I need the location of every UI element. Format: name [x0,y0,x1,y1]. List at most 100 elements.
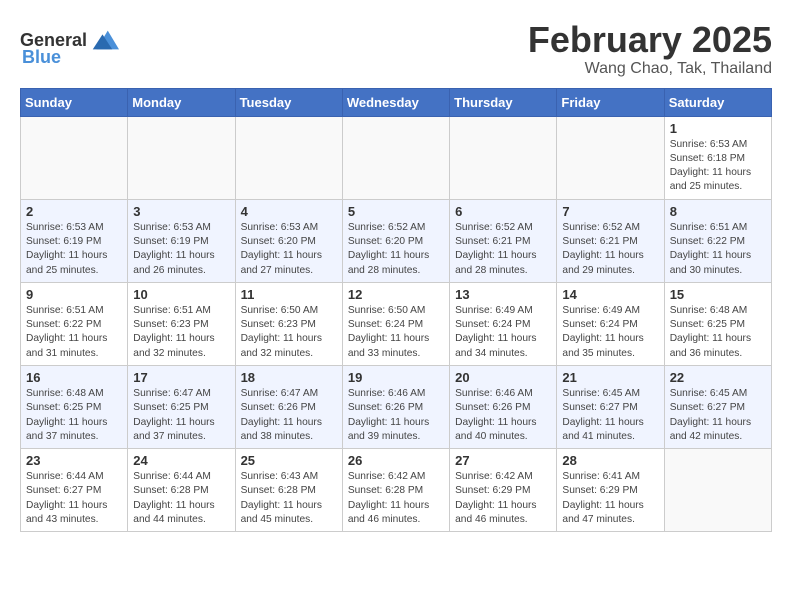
calendar-day-cell: 4Sunrise: 6:53 AM Sunset: 6:20 PM Daylig… [235,199,342,282]
calendar-day-cell: 13 Sunrise: 6:49 AM Sunset: 6:24 PM Dayli… [450,282,557,365]
day-number: 27 [455,453,551,468]
day-number: 4 [241,204,337,219]
day-info: Sunrise: 6:47 AM Sunset: 6:26 PM Dayligh… [241,388,322,442]
calendar-header-row: SundayMondayTuesdayWednesdayThursdayFrid… [21,88,772,116]
calendar-day-cell [235,116,342,199]
day-info: Sunrise: 6:44 AM Sunset: 6:28 PM Dayligh… [133,471,214,525]
calendar-day-cell: 16 Sunrise: 6:48 AM Sunset: 6:25 PM Dayli… [21,365,128,448]
calendar-week-row: 9 Sunrise: 6:51 AM Sunset: 6:22 PM Daylig… [21,282,772,365]
day-number: 9 [26,287,122,302]
calendar-day-cell: 23 Sunrise: 6:44 AM Sunset: 6:27 PM Dayli… [21,449,128,532]
header: General Blue February 2025 Wang Chao, Ta… [20,20,772,78]
day-info: Sunrise: 6:42 AM Sunset: 6:29 PM Dayligh… [455,471,536,525]
logo: General Blue [20,25,119,68]
day-info: Sunrise: 6:52 AM Sunset: 6:21 PM Dayligh… [455,222,536,276]
calendar-day-cell [128,116,235,199]
day-info: Sunrise: 6:50 AM Sunset: 6:23 PM Dayligh… [241,305,322,359]
day-info: Sunrise: 6:42 AM Sunset: 6:28 PM Dayligh… [348,471,429,525]
calendar-day-cell: 1 Sunrise: 6:53 AM Sunset: 6:18 PM Daylig… [664,116,771,199]
day-number: 8 [670,204,766,219]
day-number: 22 [670,370,766,385]
calendar-day-cell: 25 Sunrise: 6:43 AM Sunset: 6:28 PM Dayli… [235,449,342,532]
day-number: 18 [241,370,337,385]
day-number: 26 [348,453,444,468]
calendar-day-cell [557,116,664,199]
day-number: 7 [562,204,658,219]
calendar-day-cell: 9 Sunrise: 6:51 AM Sunset: 6:22 PM Daylig… [21,282,128,365]
calendar-week-row: 23 Sunrise: 6:44 AM Sunset: 6:27 PM Dayli… [21,449,772,532]
weekday-header: Thursday [450,88,557,116]
day-info: Sunrise: 6:53 AM Sunset: 6:19 PM Dayligh… [26,222,107,276]
day-info: Sunrise: 6:46 AM Sunset: 6:26 PM Dayligh… [455,388,536,442]
day-number: 13 [455,287,551,302]
day-number: 25 [241,453,337,468]
weekday-header: Monday [128,88,235,116]
calendar-day-cell: 17Sunrise: 6:47 AM Sunset: 6:25 PM Dayli… [128,365,235,448]
day-number: 11 [241,287,337,302]
day-number: 19 [348,370,444,385]
day-info: Sunrise: 6:48 AM Sunset: 6:25 PM Dayligh… [26,388,107,442]
day-number: 12 [348,287,444,302]
day-info: Sunrise: 6:51 AM Sunset: 6:22 PM Dayligh… [26,305,107,359]
day-number: 1 [670,121,766,136]
day-info: Sunrise: 6:53 AM Sunset: 6:18 PM Dayligh… [670,139,751,193]
day-info: Sunrise: 6:49 AM Sunset: 6:24 PM Dayligh… [455,305,536,359]
day-info: Sunrise: 6:52 AM Sunset: 6:20 PM Dayligh… [348,222,429,276]
calendar-day-cell: 8 Sunrise: 6:51 AM Sunset: 6:22 PM Daylig… [664,199,771,282]
weekday-header: Wednesday [342,88,449,116]
calendar-day-cell: 27 Sunrise: 6:42 AM Sunset: 6:29 PM Dayli… [450,449,557,532]
logo-icon [89,25,119,55]
day-number: 16 [26,370,122,385]
calendar-day-cell: 26 Sunrise: 6:42 AM Sunset: 6:28 PM Dayli… [342,449,449,532]
weekday-header: Tuesday [235,88,342,116]
day-number: 20 [455,370,551,385]
day-number: 28 [562,453,658,468]
day-number: 3 [133,204,229,219]
day-info: Sunrise: 6:48 AM Sunset: 6:25 PM Dayligh… [670,305,751,359]
calendar-day-cell [21,116,128,199]
calendar-day-cell [664,449,771,532]
calendar-day-cell: 5 Sunrise: 6:52 AM Sunset: 6:20 PM Daylig… [342,199,449,282]
day-info: Sunrise: 6:49 AM Sunset: 6:24 PM Dayligh… [562,305,643,359]
calendar-day-cell: 14 Sunrise: 6:49 AM Sunset: 6:24 PM Dayli… [557,282,664,365]
calendar-day-cell: 10Sunrise: 6:51 AM Sunset: 6:23 PM Dayli… [128,282,235,365]
day-info: Sunrise: 6:51 AM Sunset: 6:23 PM Dayligh… [133,305,214,359]
day-info: Sunrise: 6:41 AM Sunset: 6:29 PM Dayligh… [562,471,643,525]
location-title: Wang Chao, Tak, Thailand [528,60,772,78]
calendar: SundayMondayTuesdayWednesdayThursdayFrid… [20,88,772,533]
calendar-week-row: 2 Sunrise: 6:53 AM Sunset: 6:19 PM Daylig… [21,199,772,282]
day-info: Sunrise: 6:53 AM Sunset: 6:19 PM Dayligh… [133,222,214,276]
day-info: Sunrise: 6:46 AM Sunset: 6:26 PM Dayligh… [348,388,429,442]
day-number: 24 [133,453,229,468]
calendar-day-cell: 6 Sunrise: 6:52 AM Sunset: 6:21 PM Daylig… [450,199,557,282]
calendar-week-row: 16 Sunrise: 6:48 AM Sunset: 6:25 PM Dayli… [21,365,772,448]
calendar-day-cell: 20 Sunrise: 6:46 AM Sunset: 6:26 PM Dayli… [450,365,557,448]
title-section: February 2025 Wang Chao, Tak, Thailand [528,20,772,78]
calendar-day-cell [342,116,449,199]
day-info: Sunrise: 6:43 AM Sunset: 6:28 PM Dayligh… [241,471,322,525]
day-number: 15 [670,287,766,302]
calendar-day-cell: 12 Sunrise: 6:50 AM Sunset: 6:24 PM Dayli… [342,282,449,365]
calendar-day-cell: 15 Sunrise: 6:48 AM Sunset: 6:25 PM Dayli… [664,282,771,365]
calendar-day-cell: 24 Sunrise: 6:44 AM Sunset: 6:28 PM Dayli… [128,449,235,532]
calendar-day-cell [450,116,557,199]
day-number: 6 [455,204,551,219]
calendar-day-cell: 19 Sunrise: 6:46 AM Sunset: 6:26 PM Dayli… [342,365,449,448]
weekday-header: Saturday [664,88,771,116]
day-info: Sunrise: 6:45 AM Sunset: 6:27 PM Dayligh… [670,388,751,442]
day-number: 17 [133,370,229,385]
day-number: 2 [26,204,122,219]
calendar-day-cell: 18 Sunrise: 6:47 AM Sunset: 6:26 PM Dayli… [235,365,342,448]
day-number: 14 [562,287,658,302]
day-info: Sunrise: 6:51 AM Sunset: 6:22 PM Dayligh… [670,222,751,276]
day-number: 5 [348,204,444,219]
day-number: 23 [26,453,122,468]
calendar-day-cell: 21Sunrise: 6:45 AM Sunset: 6:27 PM Dayli… [557,365,664,448]
weekday-header: Friday [557,88,664,116]
calendar-day-cell: 22 Sunrise: 6:45 AM Sunset: 6:27 PM Dayli… [664,365,771,448]
day-info: Sunrise: 6:50 AM Sunset: 6:24 PM Dayligh… [348,305,429,359]
month-title: February 2025 [528,20,772,60]
calendar-week-row: 1 Sunrise: 6:53 AM Sunset: 6:18 PM Daylig… [21,116,772,199]
day-info: Sunrise: 6:44 AM Sunset: 6:27 PM Dayligh… [26,471,107,525]
day-number: 21 [562,370,658,385]
